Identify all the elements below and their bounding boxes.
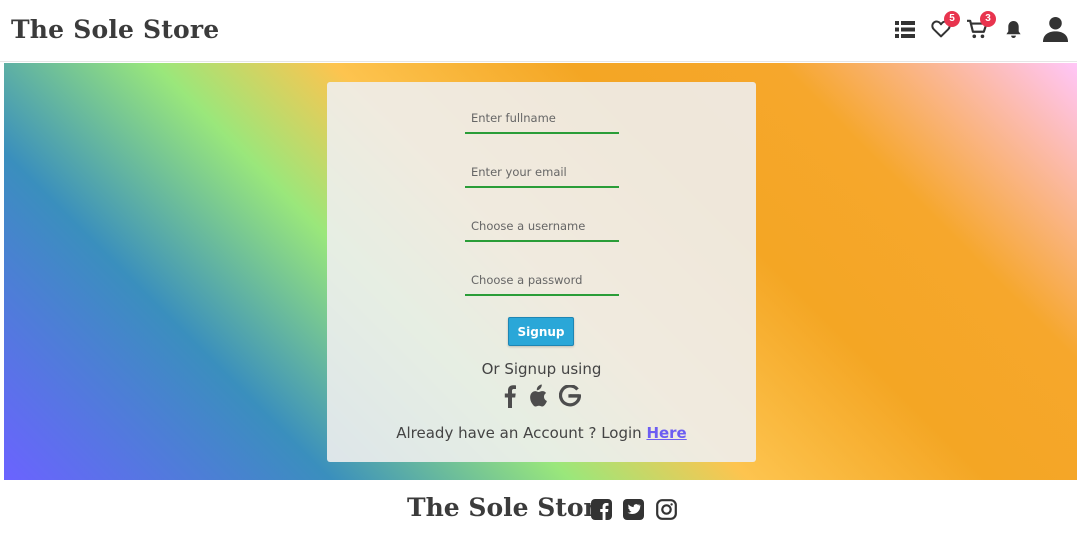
signup-button[interactable]: Signup (508, 317, 574, 346)
login-prompt-text: Already have an Account ? Login (396, 424, 642, 442)
login-here-link[interactable]: Here (646, 424, 686, 442)
google-icon[interactable] (558, 383, 581, 409)
user-icon[interactable] (1040, 14, 1070, 44)
apple-icon[interactable] (527, 383, 549, 409)
wishlist-button[interactable]: 5 (930, 11, 960, 44)
fullname-input[interactable] (465, 104, 619, 134)
username-input[interactable] (465, 212, 619, 242)
email-input[interactable] (465, 158, 619, 188)
top-navbar: The Sole Store 5 3 (0, 0, 1077, 62)
facebook-square-icon[interactable] (590, 497, 612, 521)
list-icon[interactable] (894, 14, 916, 44)
wishlist-count-badge: 5 (944, 11, 960, 27)
password-input[interactable] (465, 266, 619, 296)
brand-title[interactable]: The Sole Store (11, 15, 219, 44)
footer-brand-title: The Sole Store (407, 493, 613, 522)
twitter-square-icon[interactable] (622, 497, 644, 521)
facebook-icon[interactable] (502, 383, 518, 409)
instagram-icon[interactable] (655, 497, 677, 521)
or-signup-text: Or Signup using (481, 360, 602, 378)
cart-count-badge: 3 (980, 11, 996, 27)
cart-button[interactable]: 3 (966, 11, 996, 44)
login-prompt: Already have an Account ? Login Here (327, 424, 756, 442)
bell-icon[interactable] (1003, 14, 1023, 44)
